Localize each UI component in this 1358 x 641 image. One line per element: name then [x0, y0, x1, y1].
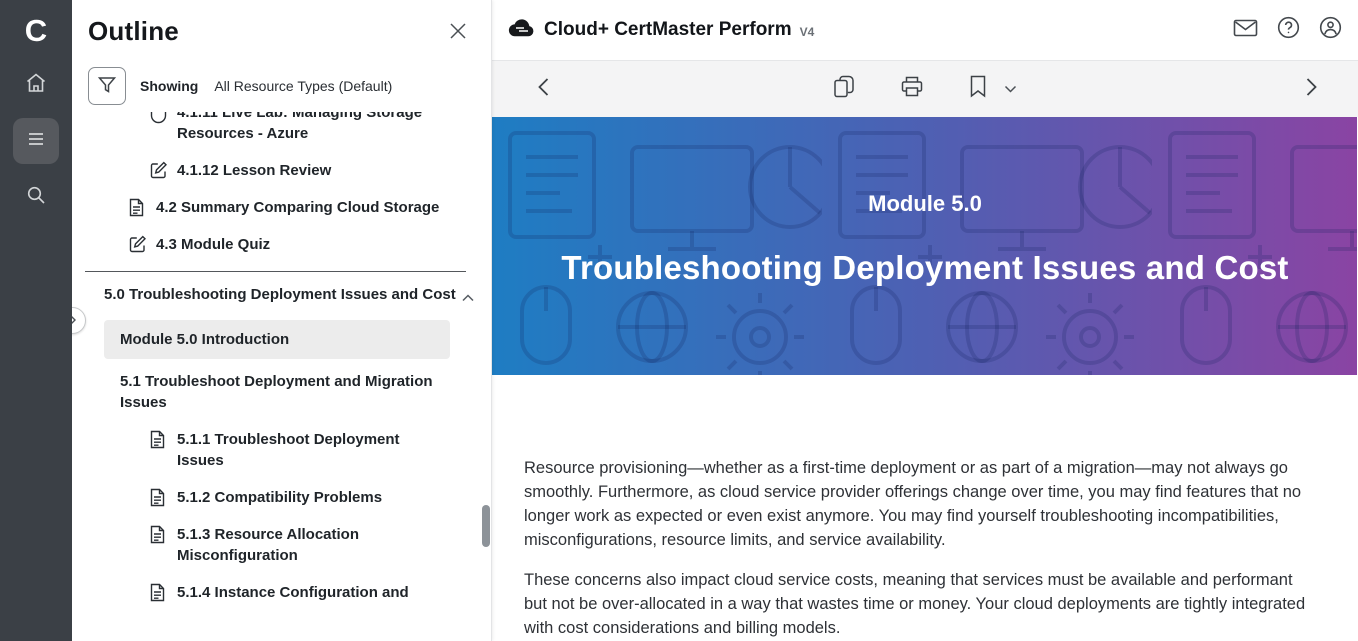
- outline-item-label: 4.1.12 Lesson Review: [177, 160, 331, 181]
- outline-section-header[interactable]: 5.0 Troubleshooting Deployment Issues an…: [72, 284, 491, 308]
- copy-icon: [834, 75, 855, 104]
- document-icon: [150, 583, 168, 602]
- outline-item[interactable]: 5.1.3 Resource Allocation Misconfigurati…: [72, 524, 491, 566]
- outline-item[interactable]: 5.1.1 Troubleshoot Deployment Issues: [72, 429, 491, 471]
- outline-item[interactable]: 4.1.11 Live Lab: Managing Storage Resour…: [72, 112, 491, 144]
- outline-item[interactable]: 4.3 Module Quiz: [72, 234, 491, 255]
- outline-title: Outline: [88, 16, 179, 47]
- print-icon: [901, 75, 924, 103]
- document-icon: [150, 430, 168, 449]
- outline-item-label: 4.2 Summary Comparing Cloud Storage: [156, 197, 439, 218]
- account-button[interactable]: [1319, 16, 1342, 44]
- document-icon: [150, 488, 168, 507]
- outline-item[interactable]: 5.1 Troubleshoot Deployment and Migratio…: [72, 371, 491, 413]
- outline-section-divider: [85, 271, 466, 272]
- edit-icon: [129, 235, 147, 253]
- content-toolbar: [492, 61, 1358, 117]
- outline-item[interactable]: 4.2 Summary Comparing Cloud Storage: [72, 197, 491, 218]
- left-rail: C: [0, 0, 72, 641]
- module-banner: Module 5.0 Troubleshooting Deployment Is…: [492, 117, 1358, 375]
- filter-button[interactable]: [88, 67, 126, 105]
- app-version: V4: [800, 25, 815, 39]
- document-icon: [150, 525, 168, 544]
- next-page-button[interactable]: [1305, 77, 1318, 102]
- document-icon: [129, 198, 147, 217]
- outline-item-label: 5.1.2 Compatibility Problems: [177, 487, 382, 508]
- filter-value: All Resource Types (Default): [214, 78, 392, 94]
- outline-menu-button[interactable]: [13, 118, 59, 164]
- outline-item[interactable]: 4.1.12 Lesson Review: [72, 160, 491, 181]
- outline-item-label: 5.1 Troubleshoot Deployment and Migratio…: [120, 371, 461, 413]
- banner-module-label: Module 5.0: [868, 191, 982, 217]
- account-icon: [1319, 16, 1342, 44]
- previous-page-button[interactable]: [537, 77, 550, 102]
- search-button[interactable]: [13, 174, 59, 220]
- next-icon: [1305, 77, 1318, 102]
- outline-item-label: 5.1.1 Troubleshoot Deployment Issues: [177, 429, 445, 471]
- outline-panel: Outline Showing All Resource Types (Defa…: [72, 0, 492, 641]
- filter-label: Showing: [140, 78, 198, 94]
- main-area: Cloud+ CertMaster Perform V4: [492, 0, 1358, 641]
- banner-title: Troubleshooting Deployment Issues and Co…: [561, 249, 1288, 287]
- outline-item-label: 5.1.3 Resource Allocation Misconfigurati…: [177, 524, 445, 566]
- outline-tree: 4.1.11 Live Lab: Managing Storage Resour…: [72, 112, 491, 641]
- bookmark-icon: [970, 75, 987, 103]
- outline-item-label: 5.1.4 Instance Configuration and: [177, 582, 409, 603]
- comptia-logo: C: [25, 10, 47, 52]
- cloud-icon: [507, 17, 535, 44]
- outline-item-label: 4.3 Module Quiz: [156, 234, 270, 255]
- mail-icon: [1233, 18, 1258, 43]
- messages-button[interactable]: [1233, 18, 1258, 43]
- lesson-paragraph: These concerns also impact cloud service…: [524, 568, 1318, 640]
- filter-icon: [97, 75, 117, 98]
- chevron-down-icon: [1005, 80, 1017, 98]
- close-outline-button[interactable]: [449, 22, 467, 45]
- outline-item-label: 4.1.11 Live Lab: Managing Storage Resour…: [177, 112, 445, 144]
- menu-icon: [24, 127, 48, 156]
- close-icon: [449, 27, 467, 44]
- help-button[interactable]: [1277, 16, 1300, 44]
- chevron-up-icon: [462, 287, 474, 308]
- help-icon: [1277, 16, 1300, 44]
- lesson-paragraph: Resource provisioning—whether as a first…: [524, 456, 1318, 552]
- lesson-content: Resource provisioning—whether as a first…: [492, 375, 1358, 641]
- edit-icon: [150, 161, 168, 179]
- app-header: Cloud+ CertMaster Perform V4: [492, 0, 1358, 61]
- search-icon: [24, 183, 48, 212]
- bookmark-menu-button[interactable]: [1005, 80, 1017, 98]
- outline-item-label: 5.0 Troubleshooting Deployment Issues an…: [104, 284, 456, 305]
- outline-scrollbar[interactable]: [482, 505, 490, 547]
- banner-background: [492, 117, 1357, 375]
- outline-item[interactable]: 5.1.4 Instance Configuration and: [72, 582, 491, 603]
- home-button[interactable]: [13, 62, 59, 108]
- outline-item-label: Module 5.0 Introduction: [120, 329, 289, 350]
- app-title: Cloud+ CertMaster Perform: [544, 19, 792, 41]
- home-icon: [24, 71, 48, 100]
- print-button[interactable]: [901, 75, 924, 103]
- bookmark-button[interactable]: [970, 75, 987, 103]
- outline-item[interactable]: 5.1.2 Compatibility Problems: [72, 487, 491, 508]
- previous-icon: [537, 77, 550, 102]
- copy-button[interactable]: [834, 75, 855, 104]
- mouse-icon: [150, 112, 168, 124]
- outline-item-active[interactable]: Module 5.0 Introduction: [104, 320, 450, 359]
